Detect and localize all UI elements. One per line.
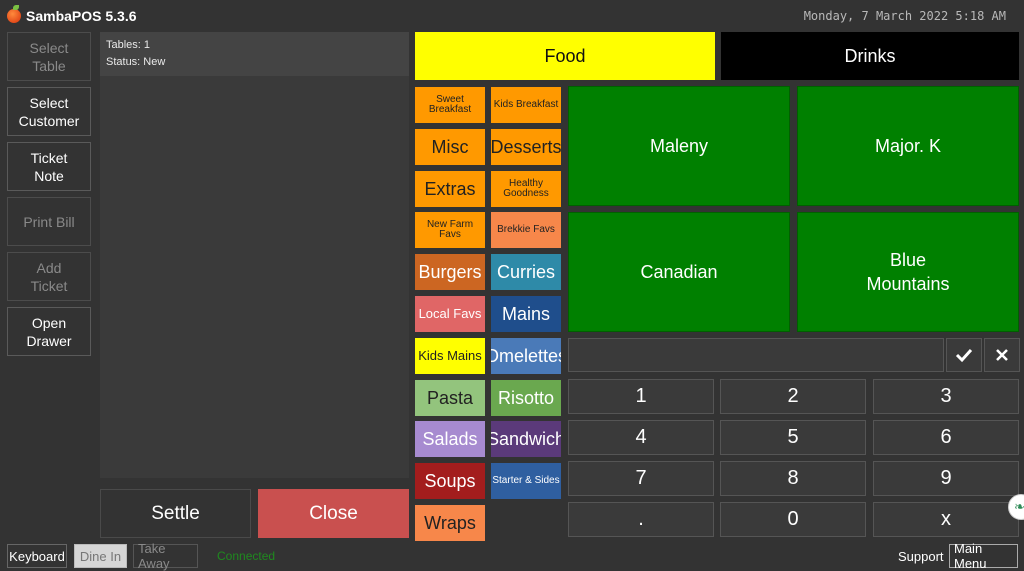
category-soups[interactable]: Soups bbox=[415, 463, 485, 499]
connection-status: Connected bbox=[217, 549, 276, 563]
category-local-favs[interactable]: Local Favs bbox=[415, 296, 485, 332]
ticket-panel bbox=[100, 32, 409, 478]
main-menu-button[interactable]: Main Menu bbox=[949, 541, 1018, 571]
category-risotto[interactable]: Risotto bbox=[491, 380, 561, 416]
select-customer-button[interactable]: Select Customer bbox=[7, 87, 91, 136]
take-away-button[interactable]: Take Away bbox=[133, 541, 198, 571]
category-mains[interactable]: Mains bbox=[491, 296, 561, 332]
category-desserts[interactable]: Desserts bbox=[491, 129, 561, 165]
menu-item-maleny[interactable]: Maleny bbox=[568, 86, 790, 206]
category-omelettes[interactable]: Omelettes bbox=[491, 338, 561, 374]
numpad-key-8[interactable]: 8 bbox=[720, 461, 866, 496]
category-misc[interactable]: Misc bbox=[415, 129, 485, 165]
numpad-key-x[interactable]: x bbox=[873, 502, 1019, 537]
support-link[interactable]: Support bbox=[898, 549, 944, 564]
tab-drinks[interactable]: Drinks bbox=[721, 32, 1019, 80]
numpad-key-1[interactable]: 1 bbox=[568, 379, 714, 414]
category-burgers[interactable]: Burgers bbox=[415, 254, 485, 290]
category-kids-breakfast[interactable]: Kids Breakfast bbox=[491, 87, 561, 123]
keyboard-button[interactable]: Keyboard bbox=[7, 544, 67, 568]
category-sandwich[interactable]: Sandwich bbox=[491, 421, 561, 457]
numpad-key-7[interactable]: 7 bbox=[568, 461, 714, 496]
numpad-key-0[interactable]: 0 bbox=[720, 502, 866, 537]
category-pasta[interactable]: Pasta bbox=[415, 380, 485, 416]
settle-button[interactable]: Settle bbox=[100, 489, 251, 538]
numpad-key-5[interactable]: 5 bbox=[720, 420, 866, 455]
category-starter-sides[interactable]: Starter & Sides bbox=[491, 463, 561, 499]
numpad-key-dot[interactable]: . bbox=[568, 502, 714, 537]
category-curries[interactable]: Curries bbox=[491, 254, 561, 290]
close-icon[interactable] bbox=[984, 338, 1020, 372]
dine-in-button[interactable]: Dine In bbox=[74, 544, 127, 568]
app-title: SambaPOS 5.3.6 bbox=[26, 8, 137, 24]
check-icon[interactable] bbox=[946, 338, 982, 372]
category-sweet-breakfast[interactable]: Sweet Breakfast bbox=[415, 87, 485, 123]
numpad-key-4[interactable]: 4 bbox=[568, 420, 714, 455]
numpad-key-3[interactable]: 3 bbox=[873, 379, 1019, 414]
close-button[interactable]: Close bbox=[258, 489, 409, 538]
category-healthy-goodness[interactable]: Healthy Goodness bbox=[491, 171, 561, 207]
menu-item-major-k[interactable]: Major. K bbox=[797, 86, 1019, 206]
category-new-farm-favs[interactable]: New Farm Favs bbox=[415, 212, 485, 248]
open-drawer-button[interactable]: Open Drawer bbox=[7, 307, 91, 356]
category-wraps[interactable]: Wraps bbox=[415, 505, 485, 541]
category-brekkie-favs[interactable]: Brekkie Favs bbox=[491, 212, 561, 248]
ticket-note-button[interactable]: Ticket Note bbox=[7, 142, 91, 191]
add-ticket-button[interactable]: Add Ticket bbox=[7, 252, 91, 301]
menu-item-blue-mountains[interactable]: Blue Mountains bbox=[797, 212, 1019, 332]
menu-item-canadian[interactable]: Canadian bbox=[568, 212, 790, 332]
category-extras[interactable]: Extras bbox=[415, 171, 485, 207]
numpad-key-6[interactable]: 6 bbox=[873, 420, 1019, 455]
numpad-key-2[interactable]: 2 bbox=[720, 379, 866, 414]
sambapos-logo-icon bbox=[7, 9, 21, 23]
print-bill-button[interactable]: Print Bill bbox=[7, 197, 91, 246]
numpad-input[interactable] bbox=[568, 338, 944, 372]
ticket-tables: Tables: 1 bbox=[106, 39, 151, 51]
datetime: Monday, 7 March 2022 5:18 AM bbox=[803, 9, 1006, 23]
numpad-key-9[interactable]: 9 bbox=[873, 461, 1019, 496]
select-table-button[interactable]: Select Table bbox=[7, 32, 91, 81]
tab-food[interactable]: Food bbox=[415, 32, 715, 80]
ticket-status: Status: New bbox=[106, 56, 166, 68]
category-kids-mains[interactable]: Kids Mains bbox=[415, 338, 485, 374]
category-salads[interactable]: Salads bbox=[415, 421, 485, 457]
